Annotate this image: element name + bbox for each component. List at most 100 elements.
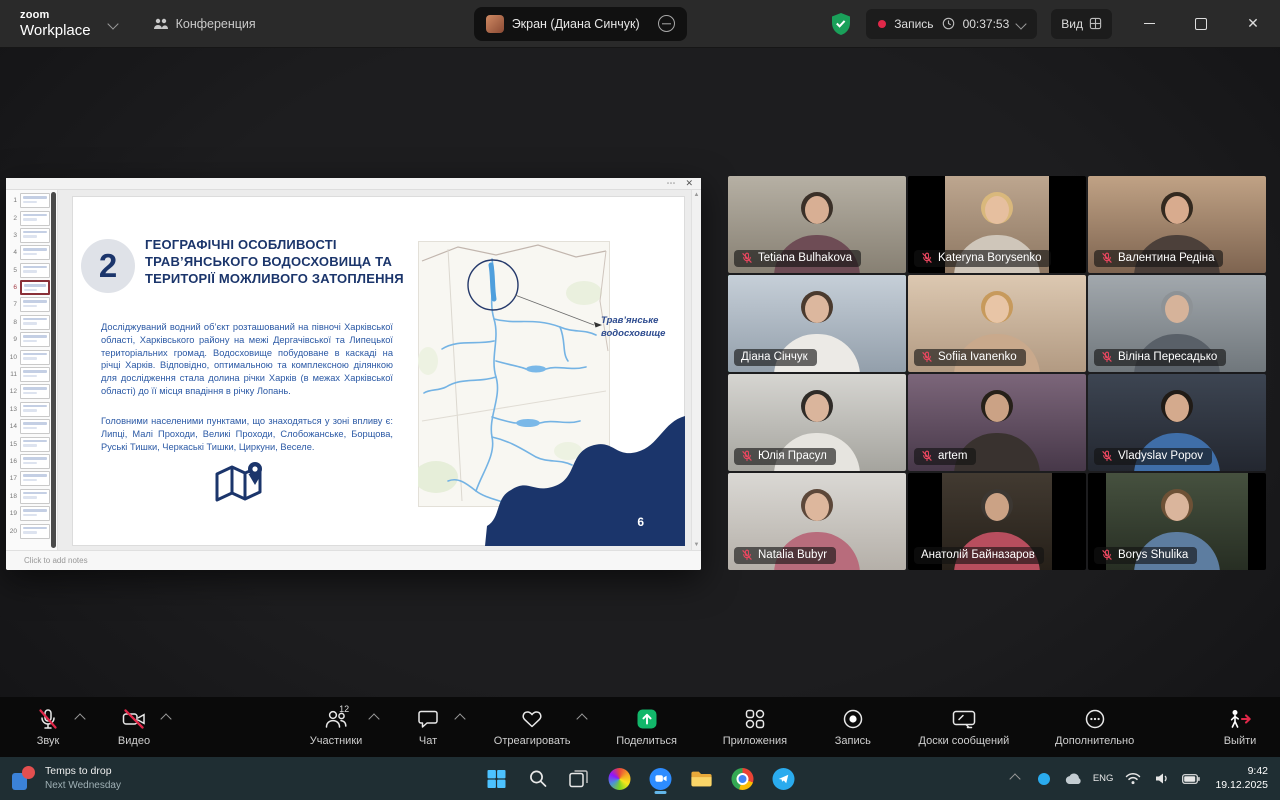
participant-tile[interactable]: Borys Shulika xyxy=(1088,473,1266,570)
participant-tile[interactable]: Діана Сінчук xyxy=(728,275,906,372)
slide-thumbnail[interactable]: 18 xyxy=(8,489,57,504)
security-shield-icon[interactable] xyxy=(830,12,852,36)
slide-thumbnail[interactable]: 8 xyxy=(8,315,57,330)
slide-thumbnail[interactable]: 17 xyxy=(8,471,57,486)
slide-thumbnail[interactable]: 3 xyxy=(8,228,57,243)
toolbar-mic-off-button[interactable]: Звук xyxy=(28,707,68,747)
slide-thumbnail[interactable]: 15 xyxy=(8,436,57,451)
tray-chevron-up-icon[interactable] xyxy=(1006,767,1024,791)
thumbnail-number: 9 xyxy=(8,336,17,343)
participant-tile[interactable]: Валентина Редіна xyxy=(1088,176,1266,273)
language-indicator[interactable]: ENG xyxy=(1093,773,1114,784)
chevron-up-icon[interactable] xyxy=(160,713,171,724)
battery-icon[interactable] xyxy=(1182,767,1200,791)
toolbar-share-button[interactable]: Поделиться xyxy=(616,707,677,747)
thumbnail-scrollbar[interactable] xyxy=(51,192,56,548)
slide-thumbnail[interactable]: 2 xyxy=(8,210,57,225)
chevron-down-icon[interactable] xyxy=(1016,18,1027,29)
toolbar-more-button[interactable]: Дополнительно xyxy=(1055,707,1134,747)
participant-tile[interactable]: Tetiana Bulhakova xyxy=(728,176,906,273)
slide-thumbnail[interactable]: 11 xyxy=(8,367,57,382)
slide-thumbnail[interactable]: 1 xyxy=(8,193,57,208)
slide-thumbnail[interactable]: 16 xyxy=(8,454,57,469)
slide-thumbnail[interactable]: 13 xyxy=(8,402,57,417)
slide-thumbnail[interactable]: 20 xyxy=(8,523,57,538)
toolbar-boards-button[interactable]: Доски сообщений xyxy=(919,707,1010,747)
toolbar-apps-button[interactable]: Приложения xyxy=(723,707,787,747)
slide-thumbnail[interactable]: 12 xyxy=(8,384,57,399)
view-button[interactable]: Вид xyxy=(1051,9,1112,39)
maximize-button[interactable] xyxy=(1188,11,1214,37)
designer-app-icon[interactable] xyxy=(607,764,633,794)
scroll-up-icon[interactable]: ▲ xyxy=(694,192,700,198)
telegram-tray-icon[interactable] xyxy=(1035,767,1053,791)
toolbar-participants-button[interactable]: 12Участники xyxy=(310,707,363,747)
chevron-up-icon[interactable] xyxy=(454,713,465,724)
presentation-close-icon[interactable]: ✕ xyxy=(685,179,693,188)
map-annotation-label: Трав’янське водосховище xyxy=(601,315,683,341)
thumbnail-number: 15 xyxy=(8,441,17,448)
participant-tile[interactable]: Юлія Прасул xyxy=(728,374,906,471)
file-explorer-icon[interactable] xyxy=(689,764,715,794)
chevron-up-icon[interactable] xyxy=(74,713,85,724)
notes-area[interactable]: Click to add notes xyxy=(6,550,701,570)
slide-thumbnail[interactable]: 7 xyxy=(8,297,57,312)
tab-screen-share[interactable]: Экран (Диана Синчук) xyxy=(474,7,687,41)
mic-muted-icon xyxy=(921,450,933,462)
toolbar-record-button[interactable]: Запись xyxy=(833,707,873,747)
chevron-down-icon[interactable] xyxy=(107,18,118,29)
slide-thumbnail[interactable]: 5 xyxy=(8,263,57,278)
zoom-app-icon[interactable] xyxy=(648,764,674,794)
scroll-down-icon[interactable]: ▼ xyxy=(694,542,700,548)
slide-thumbnail[interactable]: 10 xyxy=(8,350,57,365)
wifi-icon[interactable] xyxy=(1124,767,1142,791)
meeting-toolbar: Звук Видео 12Участники Чат Отреагировать Под… xyxy=(0,697,1280,757)
task-view-button[interactable] xyxy=(566,764,592,794)
volume-icon[interactable] xyxy=(1153,767,1171,791)
participant-tile[interactable]: Natalia Bubyr xyxy=(728,473,906,570)
taskbar-center-icons xyxy=(484,764,797,794)
slide-thumbnail[interactable]: 19 xyxy=(8,506,57,521)
telegram-icon[interactable] xyxy=(771,764,797,794)
logo-zoom-text: zoom xyxy=(20,10,91,21)
toolbar-leave-button[interactable]: Выйти xyxy=(1220,707,1260,747)
slide-thumbnail[interactable]: 6 xyxy=(8,280,57,295)
slide-thumbnail[interactable]: 14 xyxy=(8,419,57,434)
toolbar-button-label: Запись xyxy=(835,735,871,747)
slide-thumbnail[interactable]: 9 xyxy=(8,332,57,347)
boards-icon xyxy=(951,707,977,731)
presentation-more-icon[interactable]: ⋯ xyxy=(666,179,675,188)
search-button[interactable] xyxy=(525,764,551,794)
weather-widget[interactable]: Temps to drop Next Wednesday xyxy=(12,765,247,792)
recording-indicator[interactable]: Запись 00:37:53 xyxy=(866,9,1037,39)
close-button[interactable]: ✕ xyxy=(1240,11,1266,37)
mic-muted-icon xyxy=(921,351,933,363)
participant-name-tag: Natalia Bubyr xyxy=(734,547,836,564)
tab-meeting[interactable]: Конференция xyxy=(153,17,256,31)
toolbar-button-label: Дополнительно xyxy=(1055,735,1134,747)
toolbar-cam-off-button[interactable]: Видео xyxy=(114,707,154,747)
minimize-button[interactable] xyxy=(1136,11,1162,37)
toolbar-chat-button[interactable]: Чат xyxy=(408,707,448,747)
participant-tile[interactable]: Анатолій Байназаров xyxy=(908,473,1086,570)
taskbar-clock[interactable]: 9:42 19.12.2025 xyxy=(1215,765,1268,792)
participant-tile[interactable]: artem xyxy=(908,374,1086,471)
start-button[interactable] xyxy=(484,764,510,794)
toolbar-react-button[interactable]: Отреагировать xyxy=(494,707,571,747)
chevron-up-icon[interactable] xyxy=(369,713,380,724)
chevron-up-icon[interactable] xyxy=(577,713,588,724)
slide-thumbnail[interactable]: 4 xyxy=(8,245,57,260)
slide-section-number: 2 xyxy=(81,239,135,293)
minus-circle-icon[interactable] xyxy=(658,15,675,32)
presentation-scrollbar[interactable]: ▲ ▼ xyxy=(691,190,701,550)
participant-tile[interactable]: Kateryna Borysenko xyxy=(908,176,1086,273)
chrome-icon[interactable] xyxy=(730,764,756,794)
mic-muted-icon xyxy=(741,549,753,561)
participant-tile[interactable]: Віліна Пересадько xyxy=(1088,275,1266,372)
meeting-people-icon xyxy=(153,17,169,31)
onedrive-icon[interactable] xyxy=(1064,767,1082,791)
participant-name: Юлія Прасул xyxy=(758,450,827,462)
participant-name-tag: Юлія Прасул xyxy=(734,448,836,465)
participant-tile[interactable]: Sofiia Ivanenko xyxy=(908,275,1086,372)
participant-tile[interactable]: Vladyslav Popov xyxy=(1088,374,1266,471)
